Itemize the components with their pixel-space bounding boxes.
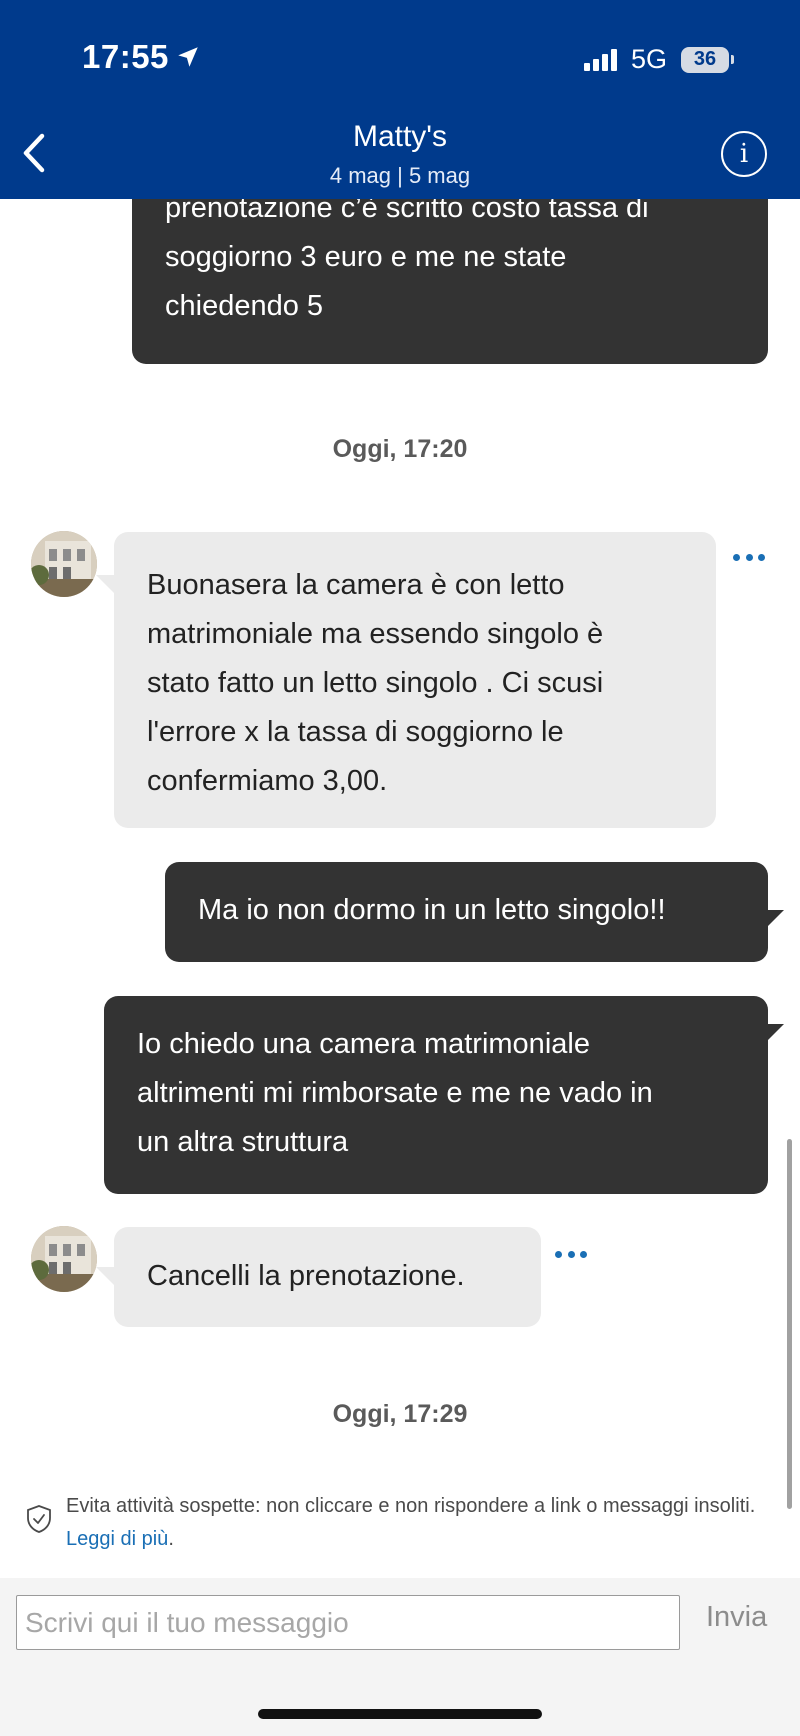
- app-header: 17:55 5G 36 Matty's 4 mag | 5 mag i: [0, 0, 800, 199]
- date-separator: Oggi, 17:20: [332, 435, 468, 463]
- message-line: un altra struttura: [137, 1126, 349, 1158]
- notice-end: .: [168, 1528, 174, 1550]
- message-line: Cancelli la prenotazione.: [147, 1260, 465, 1292]
- notice-body: Evita attività sospette: non cliccare e …: [66, 1495, 756, 1517]
- more-options-icon[interactable]: [555, 1249, 587, 1259]
- status-time-text: 17:55: [82, 38, 169, 75]
- read-more-link[interactable]: Leggi di più: [66, 1528, 168, 1550]
- outgoing-message: prenotazione c’è scritto costo tassa di …: [132, 199, 768, 364]
- message-line: l'errore x la tassa di soggiorno le: [147, 716, 564, 748]
- host-avatar: [31, 1226, 97, 1292]
- outgoing-message: Io chiedo una camera matrimoniale altrim…: [104, 996, 768, 1194]
- outgoing-message: Ma io non dormo in un letto singolo!!: [165, 862, 768, 962]
- booking-dates: 4 mag | 5 mag: [329, 163, 471, 188]
- home-indicator[interactable]: [258, 1709, 542, 1719]
- message-line: matrimoniale ma essendo singolo è: [147, 618, 604, 650]
- info-button[interactable]: i: [721, 131, 767, 177]
- host-avatar: [31, 531, 97, 597]
- battery-level: 36: [681, 46, 729, 73]
- incoming-message: Cancelli la prenotazione.: [114, 1227, 541, 1327]
- message-line: altrimenti mi rimborsate e me ne vado in: [137, 1077, 653, 1109]
- status-indicators: 5G 36: [583, 44, 734, 75]
- battery-icon: 36: [681, 46, 734, 73]
- message-line: Io chiedo una camera matrimoniale: [137, 1028, 590, 1060]
- info-icon: i: [739, 139, 749, 169]
- message-line: confermiamo 3,00.: [147, 765, 388, 797]
- network-type: 5G: [630, 44, 667, 74]
- message-line: stato fatto un letto singolo . Ci scusi: [147, 667, 604, 699]
- signal-icon: [583, 48, 617, 71]
- incoming-message: Buonasera la camera è con letto matrimon…: [114, 532, 716, 828]
- more-options-icon[interactable]: [733, 552, 765, 562]
- message-line: soggiorno 3 euro e me ne state: [165, 241, 567, 273]
- conversation-title: Matty's: [352, 120, 448, 153]
- message-line: Ma io non dormo in un letto singolo!!: [198, 894, 666, 926]
- shield-check-icon: [27, 1505, 51, 1533]
- message-line: prenotazione c’è scritto costo tassa di: [165, 199, 649, 224]
- scrollbar[interactable]: [787, 1139, 792, 1509]
- message-list[interactable]: prenotazione c’è scritto costo tassa di …: [0, 199, 800, 1579]
- security-notice-text: Evita attività sospette: non cliccare e …: [66, 1490, 766, 1556]
- location-arrow-icon: [178, 47, 198, 67]
- message-line: Buonasera la camera è con letto: [147, 569, 565, 601]
- send-button[interactable]: Invia: [706, 1601, 767, 1634]
- message-line: chiedendo 5: [165, 290, 324, 322]
- message-input[interactable]: [16, 1595, 680, 1650]
- date-separator: Oggi, 17:29: [332, 1400, 468, 1428]
- security-notice: Evita attività sospette: non cliccare e …: [26, 1490, 766, 1556]
- status-time: 17:55: [82, 38, 201, 76]
